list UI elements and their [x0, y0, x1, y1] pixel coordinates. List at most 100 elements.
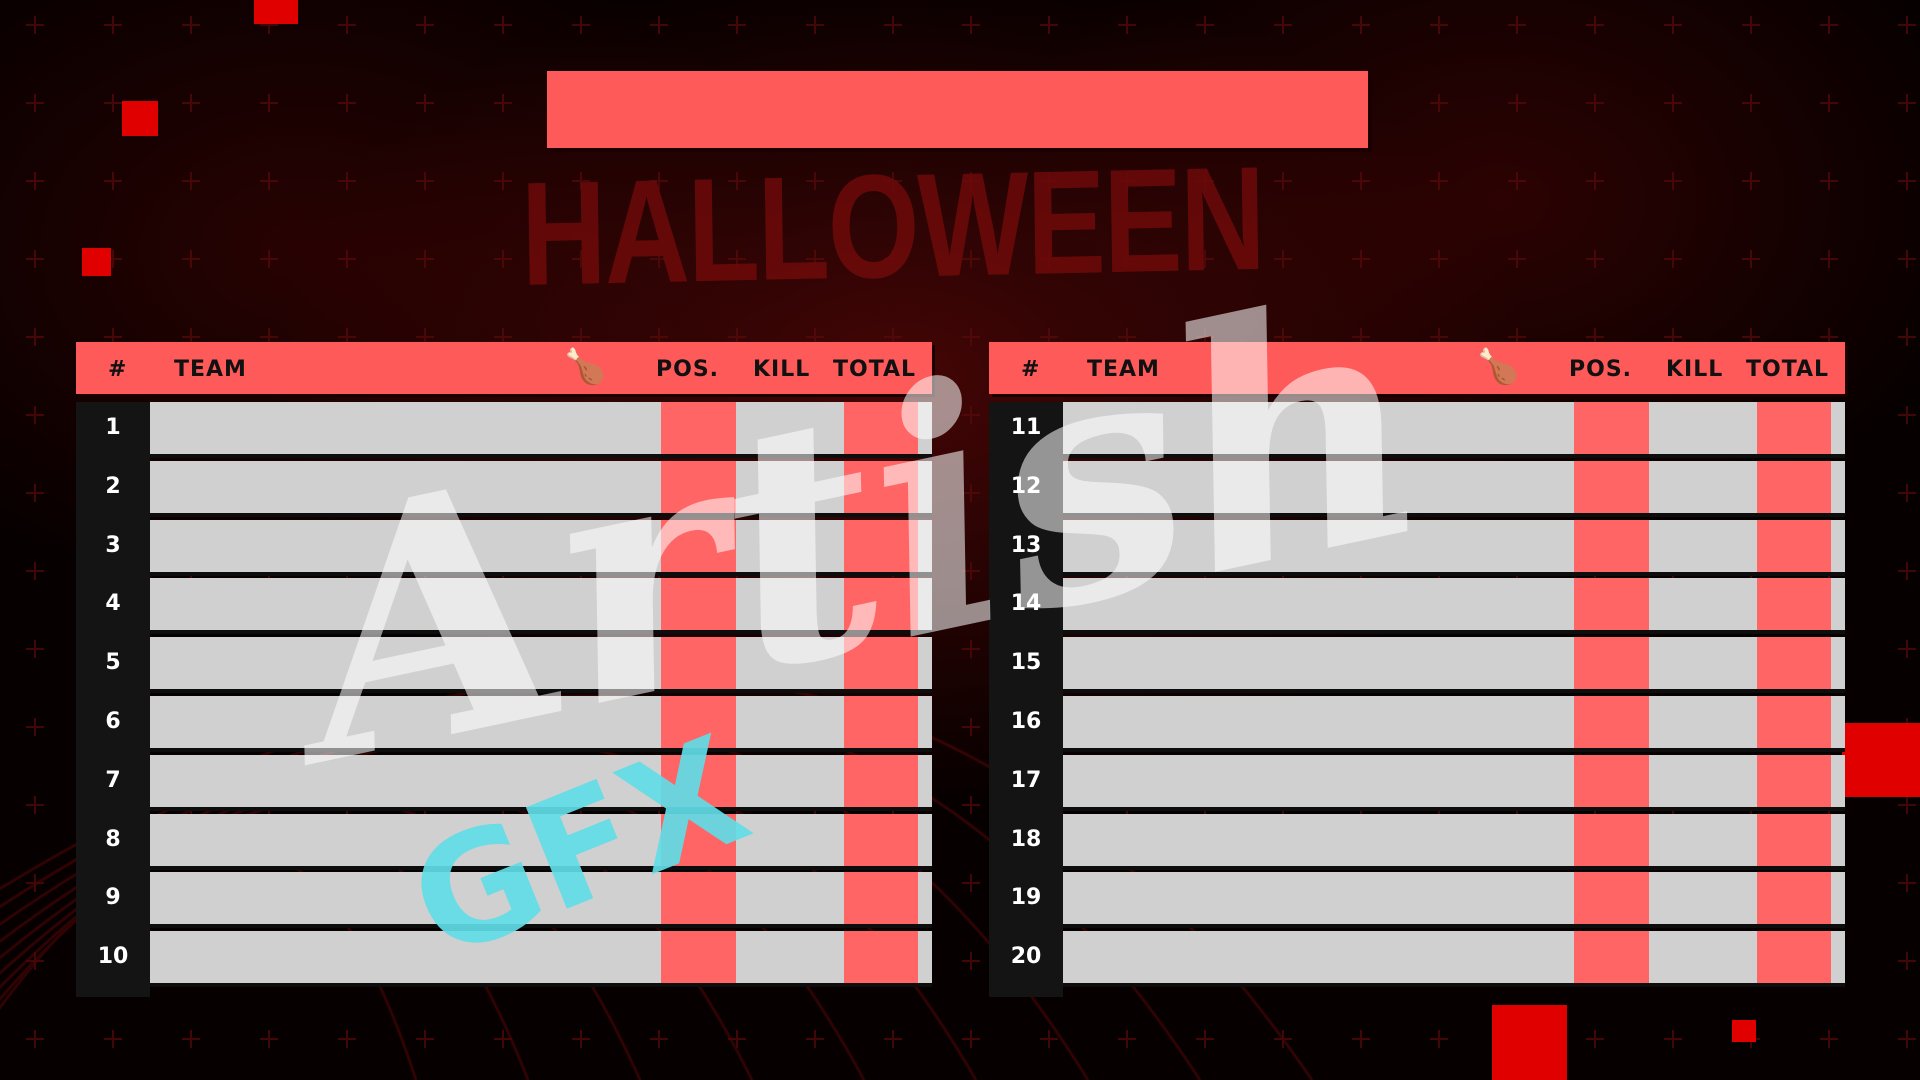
rank-number: 2 — [105, 473, 121, 499]
rank-number: 8 — [105, 826, 121, 852]
row-divider — [150, 983, 932, 988]
team-cell — [1063, 402, 1574, 454]
table-row: 20 — [989, 931, 1845, 988]
kill-cell — [1649, 402, 1757, 454]
team-cell — [150, 637, 661, 690]
chicken-icon: 🍗 — [1477, 347, 1520, 387]
row-divider — [150, 865, 932, 870]
row-end-cell — [918, 402, 932, 454]
rank-number: 19 — [1010, 885, 1042, 911]
pos-cell — [1574, 872, 1649, 925]
total-cell — [1757, 872, 1831, 925]
table-row: 16 — [989, 696, 1845, 752]
row-end-cell — [918, 460, 932, 513]
row-end-cell — [1831, 519, 1845, 572]
rank-number: 11 — [1010, 415, 1042, 440]
pos-cell — [1574, 696, 1649, 748]
header-kill: KILL — [1666, 357, 1724, 382]
kill-cell — [736, 578, 844, 631]
kill-cell — [1649, 637, 1757, 690]
rank-number: 14 — [1010, 591, 1042, 617]
kill-cell — [1649, 519, 1757, 572]
rank-number: 1 — [105, 415, 121, 440]
table-row: 15 — [989, 637, 1845, 694]
pos-cell — [661, 931, 736, 984]
row-end-cell — [918, 872, 932, 925]
header-team: TEAM — [1087, 357, 1160, 382]
total-cell — [844, 578, 918, 631]
table-header: # TEAM 🍗 POS. KILL TOTAL — [989, 342, 1845, 394]
row-divider — [1063, 924, 1845, 929]
header-kill: KILL — [753, 357, 811, 382]
row-divider — [1063, 748, 1845, 752]
kill-cell — [736, 696, 844, 748]
total-cell — [1757, 813, 1831, 866]
row-divider — [150, 512, 932, 517]
team-cell — [1063, 578, 1574, 631]
rank-number: 7 — [105, 767, 121, 793]
team-cell — [1063, 696, 1574, 748]
team-cell — [150, 754, 661, 807]
points-table-left: # TEAM 🍗 POS. KILL TOTAL 1 2 3 4 5 6 7 8 9 10 — [76, 342, 935, 997]
table-row: 7 — [76, 754, 932, 811]
team-cell — [150, 813, 661, 866]
chicken-icon: 🍗 — [564, 347, 607, 387]
row-end-cell — [918, 813, 932, 866]
total-cell — [844, 872, 918, 925]
row-divider — [150, 806, 932, 811]
table-header: # TEAM 🍗 POS. KILL TOTAL — [76, 342, 932, 394]
table-row: 12 — [989, 460, 1845, 517]
kill-cell — [1649, 460, 1757, 513]
decor-square — [82, 248, 111, 276]
row-divider — [150, 748, 932, 752]
rank-number: 13 — [1010, 532, 1042, 558]
header-team: TEAM — [174, 357, 247, 382]
total-cell — [1757, 754, 1831, 807]
total-cell — [844, 637, 918, 690]
total-cell — [1757, 696, 1831, 748]
table-row: 1 — [76, 402, 932, 458]
total-cell — [1757, 931, 1831, 984]
team-cell — [1063, 460, 1574, 513]
kill-cell — [736, 872, 844, 925]
total-cell — [844, 931, 918, 984]
pos-cell — [661, 813, 736, 866]
pos-cell — [661, 519, 736, 572]
row-end-cell — [1831, 578, 1845, 631]
row-end-cell — [1831, 460, 1845, 513]
rank-number: 16 — [1010, 709, 1042, 734]
row-end-cell — [918, 519, 932, 572]
team-cell — [1063, 637, 1574, 690]
row-end-cell — [1831, 696, 1845, 748]
kill-cell — [736, 519, 844, 572]
kill-cell — [1649, 813, 1757, 866]
table-row: 18 — [989, 813, 1845, 870]
team-cell — [150, 460, 661, 513]
table-row: 6 — [76, 696, 932, 752]
kill-cell — [736, 402, 844, 454]
pos-cell — [661, 402, 736, 454]
kill-cell — [1649, 754, 1757, 807]
decor-square — [1492, 1005, 1567, 1080]
kill-cell — [736, 460, 844, 513]
total-cell — [844, 696, 918, 748]
pos-cell — [1574, 402, 1649, 454]
total-cell — [1757, 637, 1831, 690]
kill-cell — [1649, 578, 1757, 631]
table-row: 10 — [76, 931, 932, 988]
total-cell — [1757, 402, 1831, 454]
header-pos: POS. — [1569, 357, 1633, 382]
table-row: 8 — [76, 813, 932, 870]
row-end-cell — [918, 931, 932, 984]
row-divider — [150, 454, 932, 458]
row-divider — [1063, 454, 1845, 458]
row-divider — [150, 924, 932, 929]
pos-cell — [1574, 931, 1649, 984]
table-row: 11 — [989, 402, 1845, 458]
rank-number: 17 — [1010, 767, 1042, 793]
team-cell — [150, 872, 661, 925]
decor-square — [1732, 1020, 1756, 1042]
kill-cell — [1649, 931, 1757, 984]
pos-cell — [1574, 754, 1649, 807]
pos-cell — [661, 460, 736, 513]
